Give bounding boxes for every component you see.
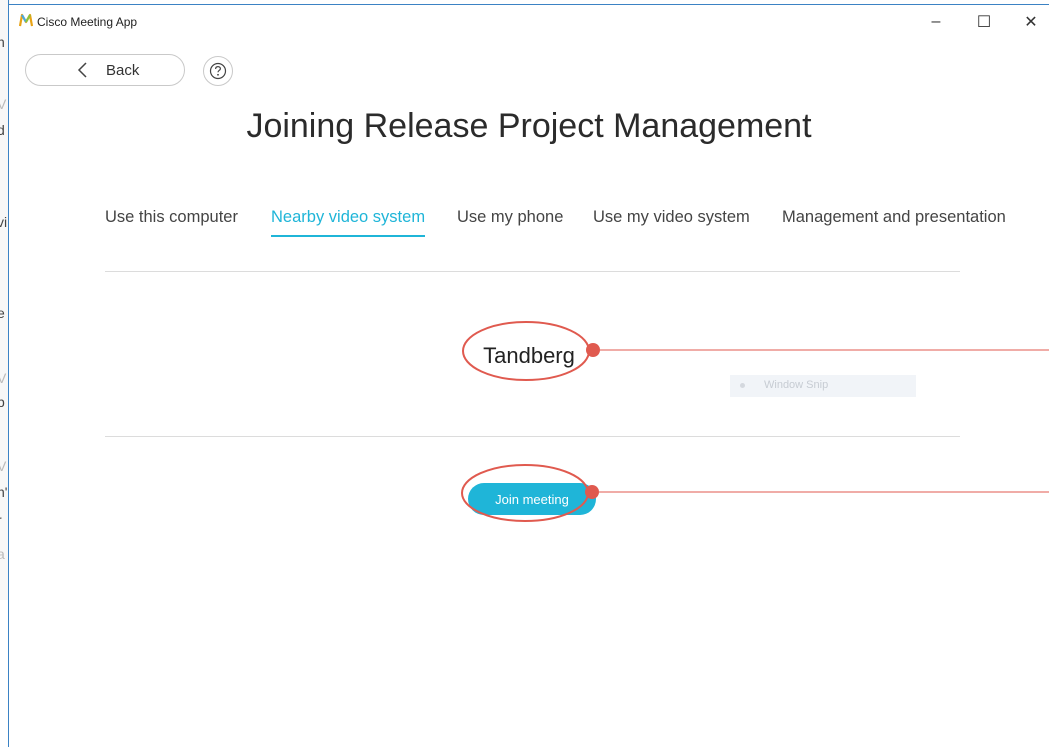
help-button[interactable] (203, 56, 233, 86)
tab-management-and-presentation[interactable]: Management and presentation (782, 208, 1006, 235)
back-button-label: Back (106, 62, 140, 79)
snip-dot-icon (740, 383, 745, 388)
join-meeting-button[interactable]: Join meeting (468, 483, 596, 515)
tab-use-my-phone[interactable]: Use my phone (457, 208, 563, 235)
close-button[interactable]: ✕ (1016, 11, 1046, 33)
tab-use-this-computer[interactable]: Use this computer (105, 208, 238, 235)
tab-nearby-video-system[interactable]: Nearby video system (271, 208, 426, 237)
back-button[interactable]: Back (25, 54, 185, 86)
question-mark-icon (209, 62, 227, 80)
chevron-left-icon (77, 62, 87, 78)
window-title: Cisco Meeting App (37, 15, 138, 29)
nearby-device-name[interactable]: Tandberg (9, 343, 1049, 369)
minimize-button[interactable]: – (921, 11, 951, 33)
divider-top (105, 271, 960, 272)
tab-use-my-video-system[interactable]: Use my video system (593, 208, 750, 235)
divider-bottom (105, 436, 960, 437)
window-snip-ghost: Window Snip (730, 375, 916, 397)
maximize-button[interactable]: ☐ (969, 11, 999, 33)
title-bar: Cisco Meeting App – ☐ ✕ (9, 5, 1049, 39)
window-snip-label: Window Snip (764, 379, 829, 391)
app-logo-icon (19, 13, 33, 27)
cisco-meeting-app-window: Cisco Meeting App – ☐ ✕ Back Joining Rel… (9, 5, 1049, 747)
page-title: Joining Release Project Management (246, 107, 812, 145)
